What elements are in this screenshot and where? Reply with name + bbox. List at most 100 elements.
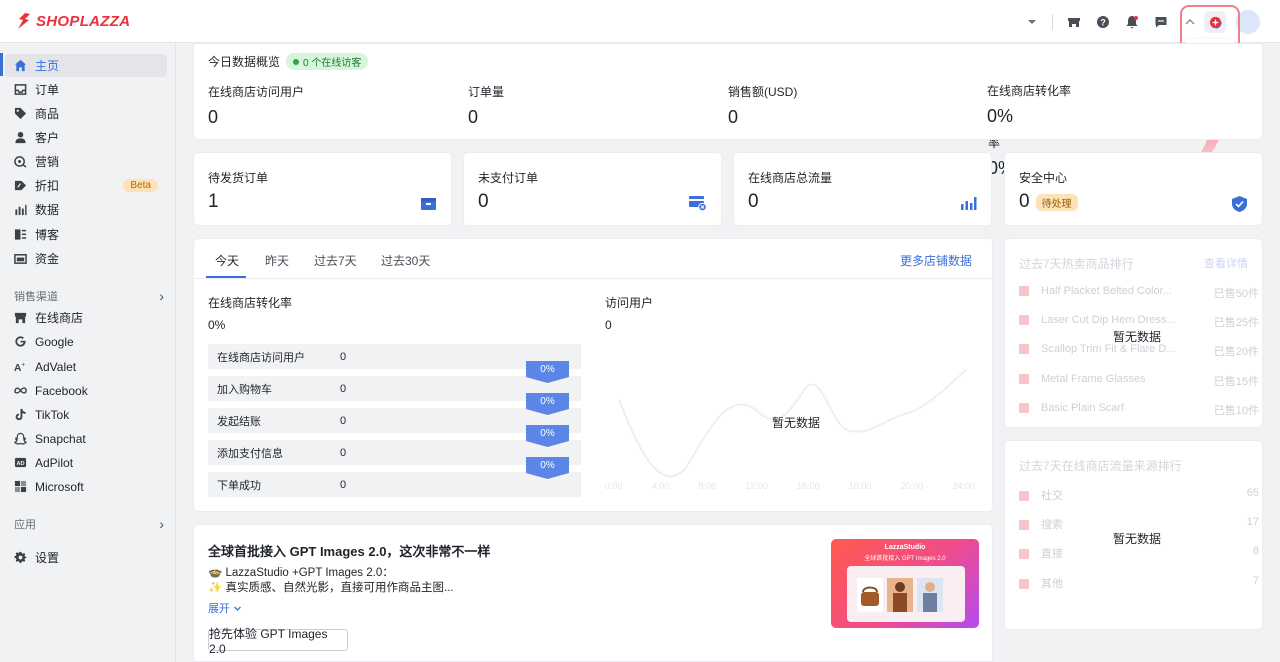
promo-banner-image[interactable]: LazzaStudio 全球首批接入 GPT Images 2.0: [831, 539, 979, 628]
adpilot-icon: AD: [13, 456, 27, 470]
rank-marker: [1019, 344, 1029, 355]
rank-marker: [1019, 286, 1029, 297]
hot-product-row: Metal Frame Glasses 已售15件: [1019, 373, 1259, 389]
sidebar-item-online-store[interactable]: 在线商店: [5, 306, 167, 329]
sidebar-item-label: 在线商店: [35, 311, 84, 325]
sidebar-item-finance[interactable]: 资金: [5, 247, 167, 270]
funnel-step-value: 0: [340, 446, 347, 459]
snapchat-icon: [13, 432, 27, 446]
x-tick: 16:00: [797, 481, 820, 491]
hot-products-card: 过去7天热卖商品排行 查看详情 Half Placket Belted Colo…: [1004, 238, 1263, 428]
top-bar: SHOPLAZZA ?: [0, 0, 1280, 43]
overview-title: 今日数据概览: [208, 55, 281, 69]
funnel-step-value: 0: [340, 382, 347, 395]
stat-label: 待发货订单: [208, 171, 269, 185]
model-icon: [893, 582, 907, 612]
tab-7days[interactable]: 过去7天: [314, 252, 357, 269]
sidebar-item-customers[interactable]: 客户: [5, 126, 167, 149]
tiktok-icon: [13, 408, 27, 422]
try-gpt-images-button[interactable]: 抢先体验 GPT Images 2.0: [208, 627, 348, 656]
sidebar-item-google[interactable]: Google: [5, 330, 167, 353]
funnel-conversion-tag: 0%: [526, 457, 569, 479]
google-icon: [13, 335, 27, 349]
promo-title: 全球首批接入 GPT Images 2.0，这次非常不一样: [208, 544, 491, 559]
metric-value: 0%: [987, 106, 1014, 126]
promo-line-2: ✨ 真实质感、自然光影，直接可用作商品主图...: [208, 582, 454, 594]
sidebar-item-label: Snapchat: [35, 431, 86, 446]
more-store-data-link[interactable]: 更多店铺数据: [900, 252, 972, 269]
advalet-icon: A +: [13, 360, 27, 374]
rank-marker: [1019, 520, 1029, 531]
traffic-source-card: 过去7天在线商店流量来源排行 社交 65 搜索 17 直接 8 其他 7 暂无数据: [1004, 440, 1263, 630]
chevron-down-icon[interactable]: [1017, 11, 1046, 33]
sidebar-item-home[interactable]: 主页: [5, 54, 167, 77]
product-sold: 已售15件: [1213, 376, 1259, 388]
svg-text:+: +: [21, 362, 25, 369]
sidebar-item-products[interactable]: 商品: [5, 102, 167, 125]
tag-text: 0%: [540, 396, 555, 407]
sales-channels-section[interactable]: 销售渠道 ›: [14, 288, 164, 304]
svg-text:?: ?: [1100, 18, 1106, 28]
stat-card-unpaid-orders[interactable]: 未支付订单 0: [463, 152, 722, 226]
tab-30days[interactable]: 过去30天: [381, 252, 430, 269]
sidebar-item-label: 客户: [35, 131, 60, 145]
funnel-step-name: 加入购物车: [217, 383, 272, 396]
message-icon[interactable]: [1146, 11, 1175, 33]
help-icon[interactable]: ?: [1088, 11, 1117, 33]
x-tick: 24:00: [952, 481, 975, 491]
period-tabs: 今天 昨天 过去7天 过去30天 更多店铺数据: [194, 239, 992, 279]
apps-section[interactable]: 应用 ›: [14, 516, 164, 532]
x-tick: 0:00: [605, 481, 623, 491]
sidebar-item-marketing[interactable]: 营销: [5, 150, 167, 173]
product-name: Half Placket Belted Color...: [1041, 285, 1172, 297]
sidebar-item-snapchat[interactable]: Snapchat: [5, 427, 167, 450]
stat-card-security-center[interactable]: 安全中心 0 待处理: [1004, 152, 1263, 226]
marketing-icon: [13, 155, 27, 169]
chart-xaxis: 0:00 4:00 8:00 12:00 16:00 18:00 20:00 2…: [605, 481, 975, 491]
shield-check-icon: [1232, 196, 1247, 212]
rank-marker: [1019, 549, 1029, 560]
stat-label: 安全中心: [1019, 171, 1068, 185]
stat-card-pending-shipment[interactable]: 待发货订单 1: [193, 152, 452, 226]
microsoft-icon: [13, 480, 27, 494]
sidebar-item-orders[interactable]: 订单: [5, 78, 167, 101]
stat-card-store-traffic[interactable]: 在线商店总流量 0: [733, 152, 992, 226]
blog-icon: [13, 228, 27, 242]
sidebar-item-adpilot[interactable]: AD AdPilot: [5, 451, 167, 474]
metric-value: 0: [208, 107, 219, 127]
sidebar-item-advalet[interactable]: A + AdValet: [5, 355, 167, 378]
metric-visitors: 在线商店访问用户 0: [208, 83, 304, 128]
stat-label: 在线商店总流量: [748, 171, 833, 185]
status-dot: [293, 58, 300, 65]
tag-icon: [13, 107, 27, 121]
sidebar-item-blog[interactable]: 博客: [5, 223, 167, 246]
analytics-card: 今天 昨天 过去7天 过去30天 更多店铺数据 在线商店转化率 0% 访问用户 …: [193, 238, 993, 512]
section-label: 应用: [14, 519, 36, 531]
traffic-source-row: 其他 7: [1019, 575, 1259, 591]
sidebar-item-tiktok[interactable]: TikTok: [5, 403, 167, 426]
shoplazza-logo[interactable]: SHOPLAZZA: [16, 12, 130, 30]
tag-text: 0%: [540, 460, 555, 471]
stat-label: 未支付订单: [478, 171, 539, 185]
metric-conversion-wrap: 在线商店转化率 0%: [987, 82, 1071, 127]
bell-icon[interactable]: [1117, 11, 1146, 33]
hot-products-title: 过去7天热卖商品排行: [1019, 257, 1134, 271]
funnel-step-name: 发起结账: [217, 415, 261, 428]
tab-today[interactable]: 今天: [215, 252, 239, 269]
active-indicator: [0, 53, 3, 76]
hot-products-detail-link[interactable]: 查看详情: [1204, 255, 1248, 271]
user-icon: [13, 131, 27, 145]
sidebar-item-microsoft[interactable]: Microsoft: [5, 475, 167, 498]
product-name: Laser Cut Dip Hem Dress...: [1041, 314, 1176, 326]
sidebar-item-discounts[interactable]: 折扣 Beta: [5, 174, 167, 197]
package-icon: [421, 198, 436, 210]
gear-icon: [13, 551, 27, 565]
sidebar-item-analytics[interactable]: 数据: [5, 198, 167, 221]
sidebar-item-settings[interactable]: 设置: [5, 546, 167, 569]
promo-expand-link[interactable]: 展开: [208, 600, 242, 616]
stat-value: 0: [478, 191, 489, 212]
store-icon[interactable]: [1059, 11, 1088, 33]
badge-text: 0 个在线访客: [303, 58, 362, 69]
tab-yesterday[interactable]: 昨天: [265, 252, 289, 269]
sidebar-item-facebook[interactable]: Facebook: [5, 379, 167, 402]
